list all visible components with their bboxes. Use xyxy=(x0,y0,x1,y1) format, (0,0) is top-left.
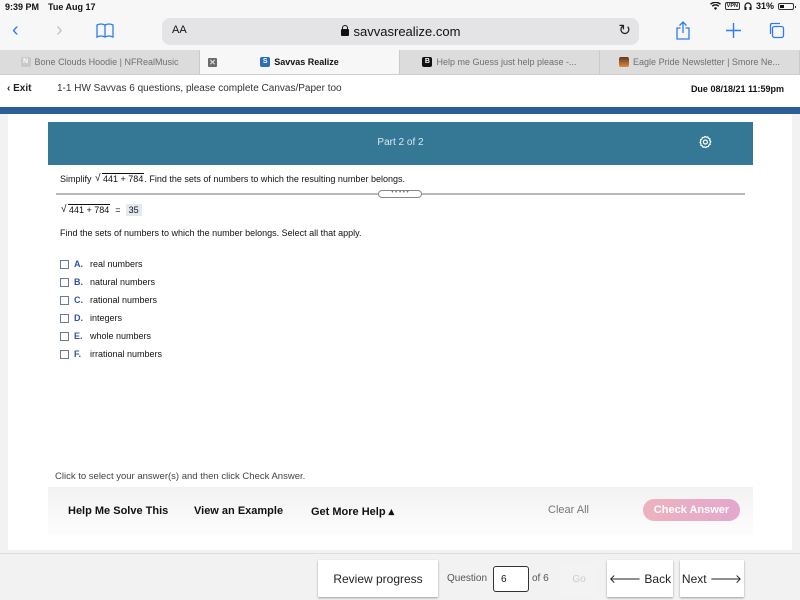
address-bar[interactable]: AA savvasrealize.com ↻ xyxy=(162,18,639,45)
close-tab-icon[interactable]: ✕ xyxy=(208,58,217,67)
checkbox[interactable] xyxy=(60,277,69,287)
question-card: Part 2 of 2 Simplify 441 + 784. Find the… xyxy=(8,114,792,550)
option-letter: A. xyxy=(74,259,83,269)
savvas-favicon-icon: S xyxy=(260,57,271,67)
view-example-button[interactable]: View an Example xyxy=(194,505,283,517)
option-text: rational numbers xyxy=(90,295,158,305)
prompt-prefix: Simplify xyxy=(60,174,92,184)
option-b[interactable]: B. natural numbers xyxy=(60,273,162,291)
answer-radical: 441 + 784 xyxy=(61,204,111,215)
instruction-text: Find the sets of numbers to which the nu… xyxy=(60,228,362,238)
status-date: Tue Aug 17 xyxy=(48,2,96,12)
question-total: of 6 xyxy=(532,573,549,584)
battery-fill xyxy=(780,4,784,8)
brainly-favicon-icon: B xyxy=(422,57,433,67)
prompt-suffix: . Find the sets of numbers to which the … xyxy=(144,174,405,184)
lock-icon xyxy=(340,25,349,36)
option-text: irrational numbers xyxy=(90,349,163,359)
next-button[interactable]: Next 🡒 xyxy=(680,560,744,597)
help-bar: Help Me Solve This View an Example Get M… xyxy=(48,487,753,535)
due-date: Due 08/18/21 11:59pm xyxy=(690,84,784,94)
checkbox[interactable] xyxy=(60,259,69,269)
battery-percent: 31% xyxy=(755,1,774,11)
checkbox[interactable] xyxy=(60,313,69,323)
part-label: Part 2 of 2 xyxy=(377,137,424,148)
share-icon[interactable] xyxy=(676,21,690,40)
gear-icon[interactable] xyxy=(697,134,713,150)
wifi-icon xyxy=(709,2,721,10)
option-text: natural numbers xyxy=(90,277,156,287)
tab-help-me-guess[interactable]: B Help me Guess just help please -... xyxy=(400,50,600,74)
header-rule xyxy=(0,107,800,114)
question-prompt: Simplify 441 + 784. Find the sets of num… xyxy=(60,173,405,184)
battery-icon xyxy=(778,2,796,10)
n-favicon-icon: N xyxy=(20,57,31,67)
reload-icon[interactable]: ↻ xyxy=(618,21,631,39)
review-progress-button[interactable]: Review progress xyxy=(318,560,438,597)
tab-title: Eagle Pride Newsletter | Smore Ne... xyxy=(633,57,780,67)
back-icon[interactable]: ‹ xyxy=(12,18,19,42)
tab-title: Bone Clouds Hoodie | NFRealMusic xyxy=(34,57,179,67)
get-more-help-button[interactable]: Get More Help ▴ xyxy=(311,505,394,518)
divider-grip-handle[interactable]: • • • • • xyxy=(378,190,422,198)
radicand: 441 + 784 xyxy=(102,173,145,184)
option-letter: C. xyxy=(74,295,83,305)
option-d[interactable]: D. integers xyxy=(60,309,162,327)
options-list: A. real numbers B. natural numbers C. ratio… xyxy=(60,255,162,363)
bookmarks-icon[interactable] xyxy=(96,23,114,38)
tab-bar: N Bone Clouds Hoodie | NFRealMusic ✕ S S… xyxy=(0,50,800,75)
tabs-icon[interactable] xyxy=(768,22,785,39)
equals-sign: = xyxy=(115,205,121,215)
exit-label: Exit xyxy=(13,83,32,94)
url-text: savvasrealize.com xyxy=(353,24,461,39)
status-bar: 9:39 PM Tue Aug 17 VPN 31% xyxy=(0,0,800,14)
option-letter: B. xyxy=(74,277,83,287)
radical-expression: 441 + 784 xyxy=(95,173,145,184)
forward-icon[interactable]: › xyxy=(56,18,63,42)
tab-bone-clouds[interactable]: N Bone Clouds Hoodie | NFRealMusic xyxy=(0,50,200,74)
option-f[interactable]: F. irrational numbers xyxy=(60,345,162,363)
smore-favicon-icon xyxy=(619,57,630,67)
status-time: 9:39 PM xyxy=(5,2,40,12)
tab-title: Help me Guess just help please -... xyxy=(436,57,577,67)
option-text: real numbers xyxy=(90,259,143,269)
option-e[interactable]: E. whole numbers xyxy=(60,327,162,345)
assignment-title: 1-1 HW Savvas 6 questions, please comple… xyxy=(57,83,342,94)
clear-all-button[interactable]: Clear All xyxy=(548,504,589,516)
answer-value: 35 xyxy=(125,204,142,216)
checkbox[interactable] xyxy=(60,349,69,359)
url-display: savvasrealize.com xyxy=(162,24,639,39)
vpn-badge: VPN xyxy=(724,2,740,10)
new-tab-icon[interactable] xyxy=(726,23,741,38)
option-text: integers xyxy=(90,313,123,323)
tab-savvas-realize[interactable]: ✕ S Savvas Realize xyxy=(200,50,400,74)
option-letter: F. xyxy=(74,349,82,359)
checkbox[interactable] xyxy=(60,331,69,341)
checkbox[interactable] xyxy=(60,295,69,305)
option-text: whole numbers xyxy=(90,331,152,341)
back-button[interactable]: 🡐 Back xyxy=(607,560,673,597)
tab-title: Savvas Realize xyxy=(274,57,339,67)
question-label: Question xyxy=(447,573,488,584)
question-number-input[interactable]: 6 xyxy=(493,566,529,592)
option-letter: D. xyxy=(74,313,83,323)
question-navigation: Review progress Question 6 of 6 Go 🡐 Bac… xyxy=(0,553,800,600)
status-indicators: VPN 31% xyxy=(709,1,796,11)
option-c[interactable]: C. rational numbers xyxy=(60,291,162,309)
hint-text: Click to select your answer(s) and then … xyxy=(55,471,306,482)
headphones-icon xyxy=(744,2,752,10)
part-header: Part 2 of 2 xyxy=(48,122,753,165)
check-answer-button[interactable]: Check Answer xyxy=(643,499,740,521)
go-button[interactable]: Go xyxy=(560,562,598,598)
help-me-solve-button[interactable]: Help Me Solve This xyxy=(68,505,168,517)
option-letter: E. xyxy=(74,331,83,341)
tab-eagle-pride[interactable]: Eagle Pride Newsletter | Smore Ne... xyxy=(600,50,800,74)
answer-radicand: 441 + 784 xyxy=(68,204,111,215)
answer-line: 441 + 784 = 35 xyxy=(60,204,142,216)
exit-button[interactable]: ‹ Exit xyxy=(7,83,31,94)
assignment-header: ‹ Exit 1-1 HW Savvas 6 questions, please… xyxy=(0,75,800,107)
option-a[interactable]: A. real numbers xyxy=(60,255,162,273)
browser-toolbar: ‹ › AA savvasrealize.com ↻ xyxy=(0,14,800,50)
